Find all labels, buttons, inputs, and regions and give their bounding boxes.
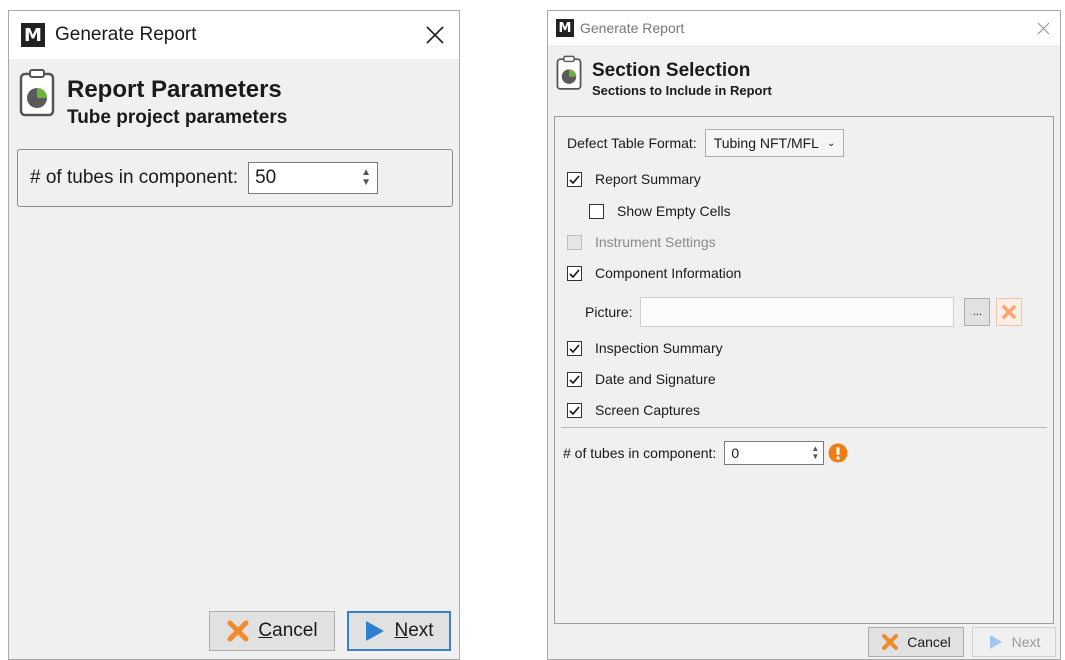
instrument-settings-label: Instrument Settings xyxy=(595,234,716,250)
checkmark-icon xyxy=(569,268,580,278)
app-logo-icon: M xyxy=(556,19,574,37)
page-subtitle: Tube project parameters xyxy=(67,107,288,128)
spin-arrows[interactable]: ▲ ▼ xyxy=(807,442,823,464)
picture-row: Picture: ... xyxy=(585,296,1023,328)
next-button[interactable]: Next xyxy=(972,627,1056,657)
cancel-button[interactable]: Cancel xyxy=(868,627,964,657)
close-button[interactable] xyxy=(1026,11,1060,45)
component-information-checkbox-row[interactable]: Component Information xyxy=(567,260,741,286)
clipboard-chart-icon xyxy=(19,69,55,117)
next-label: Next xyxy=(394,620,434,641)
checkmark-icon xyxy=(569,343,580,353)
picture-label: Picture: xyxy=(585,304,633,320)
tubes-count-label: # of tubes in component: xyxy=(30,167,239,188)
instrument-settings-checkbox-row: Instrument Settings xyxy=(567,229,716,255)
title-bar: M Generate Report xyxy=(9,11,459,59)
report-summary-checkbox-row[interactable]: Report Summary xyxy=(567,166,701,192)
browse-picture-button[interactable]: ... xyxy=(964,298,991,326)
section-selection-panel: Defect Table Format: Tubing NFT/MFL ⌄ Re… xyxy=(554,116,1054,624)
next-button[interactable]: Next xyxy=(347,611,451,651)
date-and-signature-checkbox[interactable] xyxy=(567,371,582,387)
spin-down-icon[interactable]: ▼ xyxy=(811,453,819,461)
close-icon xyxy=(426,26,444,44)
component-information-checkbox[interactable] xyxy=(567,265,582,281)
page-title: Report Parameters xyxy=(67,76,282,103)
generate-report-dialog-parameters: M Generate Report Report Parameters Tube… xyxy=(8,10,460,660)
page-header: Section Selection Sections to Include in… xyxy=(548,55,1060,100)
component-information-label: Component Information xyxy=(595,265,742,281)
tube-parameters-group: # of tubes in component: 50 ▲ ▼ xyxy=(17,149,453,207)
clipboard-chart-icon xyxy=(556,55,582,90)
show-empty-cells-label: Show Empty Cells xyxy=(617,203,731,219)
warning-icon xyxy=(828,443,848,463)
defect-table-format-dropdown[interactable]: Tubing NFT/MFL ⌄ xyxy=(704,129,845,157)
clear-picture-button[interactable] xyxy=(996,298,1023,326)
report-summary-checkbox[interactable] xyxy=(567,171,582,187)
divider xyxy=(561,427,1047,428)
page-header: Report Parameters Tube project parameter… xyxy=(9,69,459,131)
tubes-count-value[interactable]: 0 xyxy=(725,442,807,464)
title-bar: M Generate Report xyxy=(548,11,1060,45)
tubes-count-label: # of tubes in component: xyxy=(563,445,717,461)
report-summary-label: Report Summary xyxy=(595,171,701,187)
page-subtitle: Sections to Include in Report xyxy=(592,83,772,98)
next-arrow-icon xyxy=(364,619,386,643)
cancel-button[interactable]: Cancel xyxy=(209,611,335,651)
checkmark-icon xyxy=(569,174,580,184)
cancel-x-icon xyxy=(881,633,899,651)
chevron-down-icon: ⌄ xyxy=(826,137,836,149)
inspection-summary-label: Inspection Summary xyxy=(595,340,723,356)
next-arrow-icon xyxy=(988,633,1004,651)
generate-report-dialog-sections: M Generate Report Section Selection Sect… xyxy=(547,10,1061,660)
clear-x-icon xyxy=(1002,305,1017,319)
cancel-label: Cancel xyxy=(258,620,318,641)
date-and-signature-checkbox-row[interactable]: Date and Signature xyxy=(567,366,716,392)
spin-down-icon[interactable]: ▼ xyxy=(361,178,371,188)
date-and-signature-label: Date and Signature xyxy=(595,371,716,387)
show-empty-cells-checkbox[interactable] xyxy=(589,203,604,219)
close-button[interactable] xyxy=(411,11,459,59)
page-title: Section Selection xyxy=(592,60,751,81)
inspection-summary-checkbox-row[interactable]: Inspection Summary xyxy=(567,335,723,361)
tubes-count-value[interactable]: 50 xyxy=(249,163,355,193)
window-title: Generate Report xyxy=(55,24,197,45)
show-empty-cells-checkbox-row[interactable]: Show Empty Cells xyxy=(589,198,731,224)
spin-arrows[interactable]: ▲ ▼ xyxy=(355,163,377,193)
inspection-summary-checkbox[interactable] xyxy=(567,340,582,356)
instrument-settings-checkbox xyxy=(567,234,582,250)
next-label: Next xyxy=(1011,634,1041,650)
defect-table-format-label: Defect Table Format: xyxy=(567,135,697,151)
window-title: Generate Report xyxy=(580,20,685,36)
checkmark-icon xyxy=(569,374,580,384)
tubes-count-spinbox[interactable]: 0 ▲ ▼ xyxy=(724,441,825,465)
screen-captures-checkbox-row[interactable]: Screen Captures xyxy=(567,397,700,423)
checkmark-icon xyxy=(569,405,580,415)
tubes-count-row: # of tubes in component: 0 ▲ ▼ xyxy=(563,440,848,466)
app-logo-icon: M xyxy=(21,23,45,47)
cancel-x-icon xyxy=(226,619,250,643)
cancel-label: Cancel xyxy=(907,634,951,650)
screen-captures-label: Screen Captures xyxy=(595,402,701,418)
defect-table-format-value: Tubing NFT/MFL xyxy=(713,135,819,151)
picture-path-field[interactable] xyxy=(640,297,955,327)
tubes-count-spinbox[interactable]: 50 ▲ ▼ xyxy=(248,162,379,194)
close-icon xyxy=(1037,22,1049,34)
defect-table-format-row: Defect Table Format: Tubing NFT/MFL ⌄ xyxy=(567,129,845,157)
screen-captures-checkbox[interactable] xyxy=(567,402,582,418)
